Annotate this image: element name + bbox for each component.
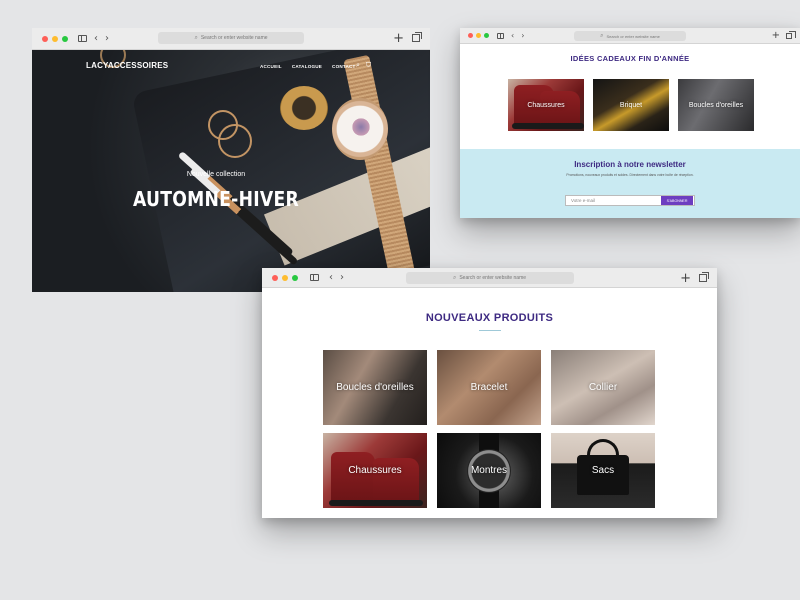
new-products-title: NOUVEAUX PRODUITS [425,312,554,324]
newsletter-form: Votre e-mail S'ABONNER [565,195,695,206]
product-tile-boucles-oreilles[interactable]: Boucles d'oreilles [323,350,427,425]
chevron-left-icon[interactable]: ‹ [329,272,333,283]
gift-tile-boucles-oreilles[interactable]: Boucles d'oreilles [678,79,754,131]
boot-image [329,452,379,506]
address-bar[interactable]: ⌕ Search or enter website name [158,32,304,44]
address-bar[interactable]: ⌕ Search or enter website name [405,272,574,284]
sidebar-icon[interactable] [310,274,319,281]
cart-icon[interactable]: ⛉ [366,61,371,70]
chevron-left-icon[interactable]: ‹ [511,31,514,40]
tabs-overview-icon[interactable] [412,32,422,42]
tabs-overview-icon[interactable] [786,31,796,39]
gift-tile-label: Briquet [619,101,643,109]
hero-browser-window: ‹ › ⌕ Search or enter website name + LAC… [32,28,430,292]
newsletter-description: Promotions, nouveaux produits et soldes.… [566,173,694,177]
chevron-left-icon[interactable]: ‹ [94,33,98,44]
product-tile-label: Sacs [591,465,615,476]
product-tile-chaussures[interactable]: Chaussures [323,433,427,508]
newsletter-section: Inscription à notre newsletter Promotion… [460,149,800,218]
search-icon: ⌕ [600,32,604,39]
minimize-window-button[interactable] [282,274,288,281]
close-window-button[interactable] [42,35,48,42]
toolbar-right: + [680,268,709,288]
sidebar-icon[interactable] [497,32,504,39]
hero-compact-mirror [280,86,328,130]
menu-item-catalogue[interactable]: CATALOGUE [292,64,322,69]
gift-categories: Chaussures Briquet Boucles d'oreilles [508,79,754,131]
search-icon[interactable]: ⌕ [356,61,360,70]
gift-tile-briquet[interactable]: Briquet [593,79,669,131]
plus-icon[interactable]: + [393,32,404,45]
main-menu: ACCUEIL CATALOGUE CONTACT [260,64,356,69]
window-controls [42,35,68,42]
search-icon: ⌕ [452,274,457,281]
product-tile-montres[interactable]: Montres [437,433,541,508]
toolbar-right: + [772,28,796,44]
hero-ring [218,124,252,158]
gifts-section-title: IDÉES CADEAUX FIN D'ANNÉE [570,54,690,63]
product-tile-label: Boucles d'oreilles [336,382,414,393]
close-window-button[interactable] [272,274,278,281]
minimize-window-button[interactable] [52,35,58,42]
boot-image [538,91,584,129]
address-bar-placeholder: Search or enter website name [606,33,660,39]
product-tile-collier[interactable]: Collier [551,350,655,425]
product-tile-label: Bracelet [470,382,508,393]
tabs-overview-icon[interactable] [699,272,709,282]
product-tile-bracelet[interactable]: Bracelet [437,350,541,425]
header-icons: ⌕ ⛉ [356,61,371,70]
zoom-window-button[interactable] [484,33,489,38]
products-browser-window: ‹ › ⌕ Search or enter website name + NOU… [262,268,717,518]
menu-item-contact[interactable]: CONTACT [332,64,356,69]
subscribe-button[interactable]: S'ABONNER [661,196,693,205]
address-bar-placeholder: Search or enter website name [459,275,527,281]
address-bar-placeholder: Search or enter website name [200,35,268,41]
browser-toolbar: ‹ › ⌕ Search or enter website name + [460,28,800,44]
close-window-button[interactable] [468,33,473,38]
plus-icon[interactable]: + [772,31,780,41]
plus-icon[interactable]: + [680,272,691,285]
toolbar-right: + [393,28,422,48]
chevron-right-icon[interactable]: › [105,33,109,44]
product-tile-label: Chaussures [348,465,402,476]
hero-watch [332,98,388,160]
browser-toolbar: ‹ › ⌕ Search or enter website name + [262,268,717,288]
product-tile-sacs[interactable]: Sacs [551,433,655,508]
product-grid: Boucles d'oreilles Bracelet Collier Chau… [323,350,655,508]
chevron-right-icon[interactable]: › [521,31,524,40]
zoom-window-button[interactable] [62,35,68,42]
hero-subtitle: Nouvelle collection [186,171,246,178]
window-controls [272,274,298,281]
search-icon: ⌕ [194,34,198,41]
site-header: LACYACCESSOIRES ACCUEIL CATALOGUE CONTAC… [32,50,430,80]
minimize-window-button[interactable] [476,33,481,38]
address-bar[interactable]: ⌕ Search or enter website name [574,31,686,41]
window-controls [468,33,489,38]
site-logo[interactable]: LACYACCESSOIRES [86,61,168,70]
title-underline [478,330,501,331]
gifts-browser-window: ‹ › ⌕ Search or enter website name + IDÉ… [460,28,800,218]
chevron-right-icon[interactable]: › [340,272,344,283]
product-tile-label: Collier [588,382,618,393]
menu-item-accueil[interactable]: ACCUEIL [260,64,282,69]
sidebar-icon[interactable] [78,35,87,42]
hero-title: AUTOMNE-HIVER [133,187,299,211]
zoom-window-button[interactable] [292,274,298,281]
product-tile-label: Montres [470,465,508,476]
gift-tile-chaussures[interactable]: Chaussures [508,79,584,131]
newsletter-title: Inscription à notre newsletter [574,160,686,169]
browser-toolbar: ‹ › ⌕ Search or enter website name + [32,28,430,50]
gift-tile-label: Chaussures [527,101,565,109]
hero-banner: LACYACCESSOIRES ACCUEIL CATALOGUE CONTAC… [32,50,430,292]
gift-tile-label: Boucles d'oreilles [688,101,744,109]
email-input[interactable]: Votre e-mail [566,198,661,203]
